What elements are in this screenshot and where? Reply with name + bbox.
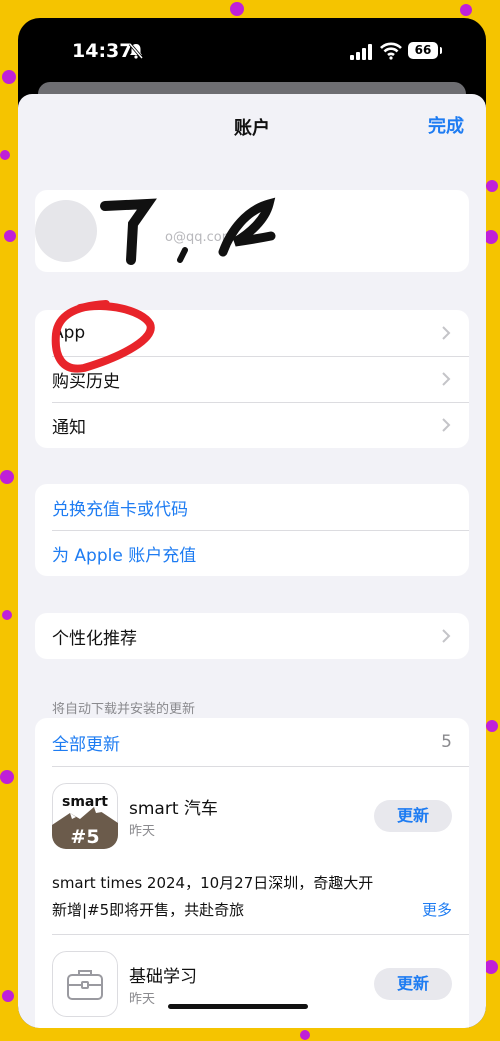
app-update-row[interactable]: smart #5 smart 汽车 昨天 更新 bbox=[52, 766, 469, 866]
smart-app-icon: smart #5 bbox=[52, 783, 118, 849]
background-dot bbox=[460, 4, 472, 16]
app-date: 昨天 bbox=[129, 992, 156, 1007]
svg-text:smart: smart bbox=[62, 794, 108, 810]
add-funds-label: 为 Apple 账户充值 bbox=[52, 545, 197, 566]
personalized-card: 个性化推荐 bbox=[35, 613, 469, 659]
background-dot bbox=[0, 150, 10, 160]
home-indicator bbox=[168, 1004, 308, 1009]
app-name: 基础学习 bbox=[129, 967, 197, 987]
chevron-right-icon bbox=[442, 629, 451, 643]
menu-item-purchase-history[interactable]: 购买历史 bbox=[35, 356, 469, 402]
release-notes-line: smart times 2024，10月27日深圳，奇趣大开 bbox=[52, 874, 374, 892]
update-count: 5 bbox=[441, 732, 452, 752]
background-dot bbox=[2, 990, 14, 1002]
more-link[interactable]: 更多 bbox=[422, 897, 452, 924]
menu-item-label: 购买历史 bbox=[52, 371, 120, 392]
personalized-label: 个性化推荐 bbox=[52, 628, 137, 649]
background-dot bbox=[486, 180, 498, 192]
menu-item-notifications[interactable]: 通知 bbox=[35, 402, 469, 448]
menu-item-label: 通知 bbox=[52, 417, 86, 438]
add-funds-link[interactable]: 为 Apple 账户充值 bbox=[35, 530, 469, 576]
payment-card: 兑换充值卡或代码 为 Apple 账户充值 bbox=[35, 484, 469, 576]
phone-screen: 14:37 66 账户 完成 o@qq.com App 购买历史 通知 兑换充值… bbox=[18, 18, 486, 1028]
bell-slash-icon bbox=[128, 43, 144, 59]
redeem-label: 兑换充值卡或代码 bbox=[52, 499, 188, 520]
updates-card: 全部更新 5 smart #5 smart 汽车 昨天 更新 smart tim… bbox=[35, 718, 469, 1028]
background-dot bbox=[300, 1030, 310, 1040]
status-time: 14:37 bbox=[72, 40, 133, 62]
chevron-right-icon bbox=[442, 372, 451, 386]
background-dot bbox=[0, 770, 14, 784]
signal-icon bbox=[350, 44, 372, 60]
personalized-recommendations-item[interactable]: 个性化推荐 bbox=[35, 613, 469, 659]
menu-item-app[interactable]: App bbox=[35, 310, 469, 356]
page-title: 账户 bbox=[234, 118, 270, 139]
release-notes: smart times 2024，10月27日深圳，奇趣大开 新增|#5即将开售… bbox=[52, 866, 469, 934]
app-name: smart 汽车 bbox=[129, 799, 218, 819]
background-dot bbox=[2, 70, 16, 84]
redaction-scribble bbox=[100, 197, 276, 265]
briefcase-app-icon bbox=[52, 951, 118, 1017]
battery-icon: 66 bbox=[408, 42, 442, 59]
chevron-right-icon bbox=[442, 418, 451, 432]
update-all-row: 全部更新 5 bbox=[35, 718, 469, 766]
background-dot bbox=[486, 720, 498, 732]
background-dot bbox=[0, 470, 14, 484]
done-button[interactable]: 完成 bbox=[428, 112, 464, 138]
status-bar: 14:37 66 bbox=[18, 18, 486, 88]
profile-card[interactable]: o@qq.com bbox=[35, 190, 469, 272]
background-dot bbox=[2, 610, 12, 620]
chevron-right-icon bbox=[442, 326, 451, 340]
app-update-row[interactable]: 基础学习 昨天 更新 bbox=[52, 934, 469, 1028]
account-sheet: 账户 完成 o@qq.com App 购买历史 通知 兑换充值卡或代码 为 Ap… bbox=[18, 94, 486, 1028]
update-button[interactable]: 更新 bbox=[374, 800, 452, 832]
background-dot bbox=[230, 2, 244, 16]
wifi-icon bbox=[380, 42, 402, 60]
account-menu: App 购买历史 通知 bbox=[35, 310, 469, 448]
update-all-button[interactable]: 全部更新 bbox=[52, 730, 120, 755]
update-button[interactable]: 更新 bbox=[374, 968, 452, 1000]
updates-section-header: 将自动下载并安装的更新 bbox=[52, 702, 196, 717]
release-notes-line: 新增|#5即将开售，共赴奇旅 bbox=[52, 901, 245, 919]
background-dot bbox=[484, 230, 498, 244]
redeem-gift-card-link[interactable]: 兑换充值卡或代码 bbox=[35, 484, 469, 530]
background-dot bbox=[4, 230, 16, 242]
svg-text:#5: #5 bbox=[70, 826, 99, 848]
app-date: 昨天 bbox=[129, 824, 156, 839]
background-dot bbox=[484, 960, 498, 974]
menu-item-label: App bbox=[52, 323, 86, 343]
